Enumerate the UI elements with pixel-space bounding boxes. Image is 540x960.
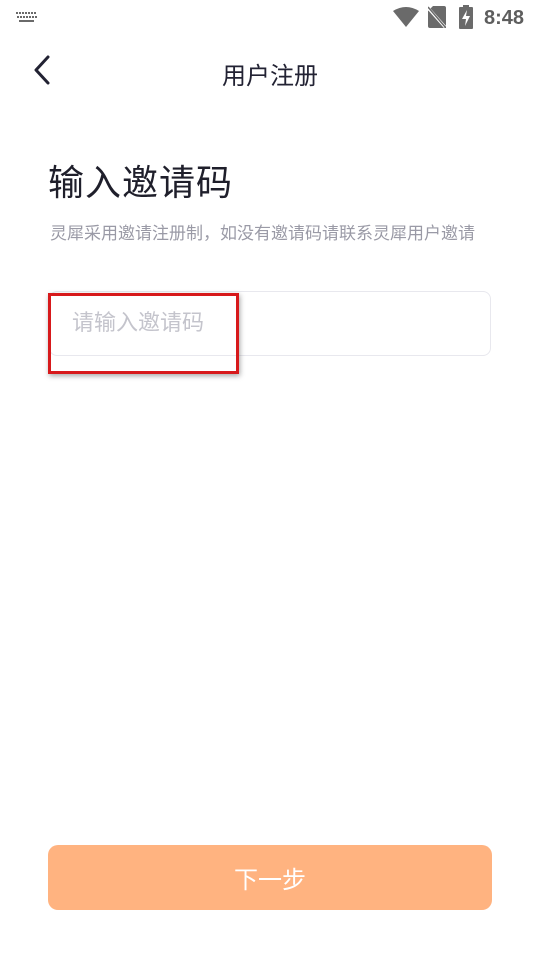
wifi-icon (393, 7, 419, 27)
status-bar: 8:48 (0, 0, 540, 36)
invite-code-input[interactable] (72, 292, 472, 355)
invite-hint-text: 灵犀采用邀请注册制，如没有邀请码请联系灵犀用户邀请 (50, 224, 475, 244)
keyboard-icon (16, 12, 37, 22)
invite-code-field[interactable] (49, 291, 491, 356)
section-heading: 输入邀请码 (48, 163, 234, 204)
battery-charging-icon (459, 5, 473, 29)
no-sim-icon (428, 6, 446, 28)
status-time: 8:48 (484, 7, 525, 29)
next-step-button[interactable]: 下一步 (48, 845, 492, 910)
page-title: 用户注册 (222, 62, 318, 90)
